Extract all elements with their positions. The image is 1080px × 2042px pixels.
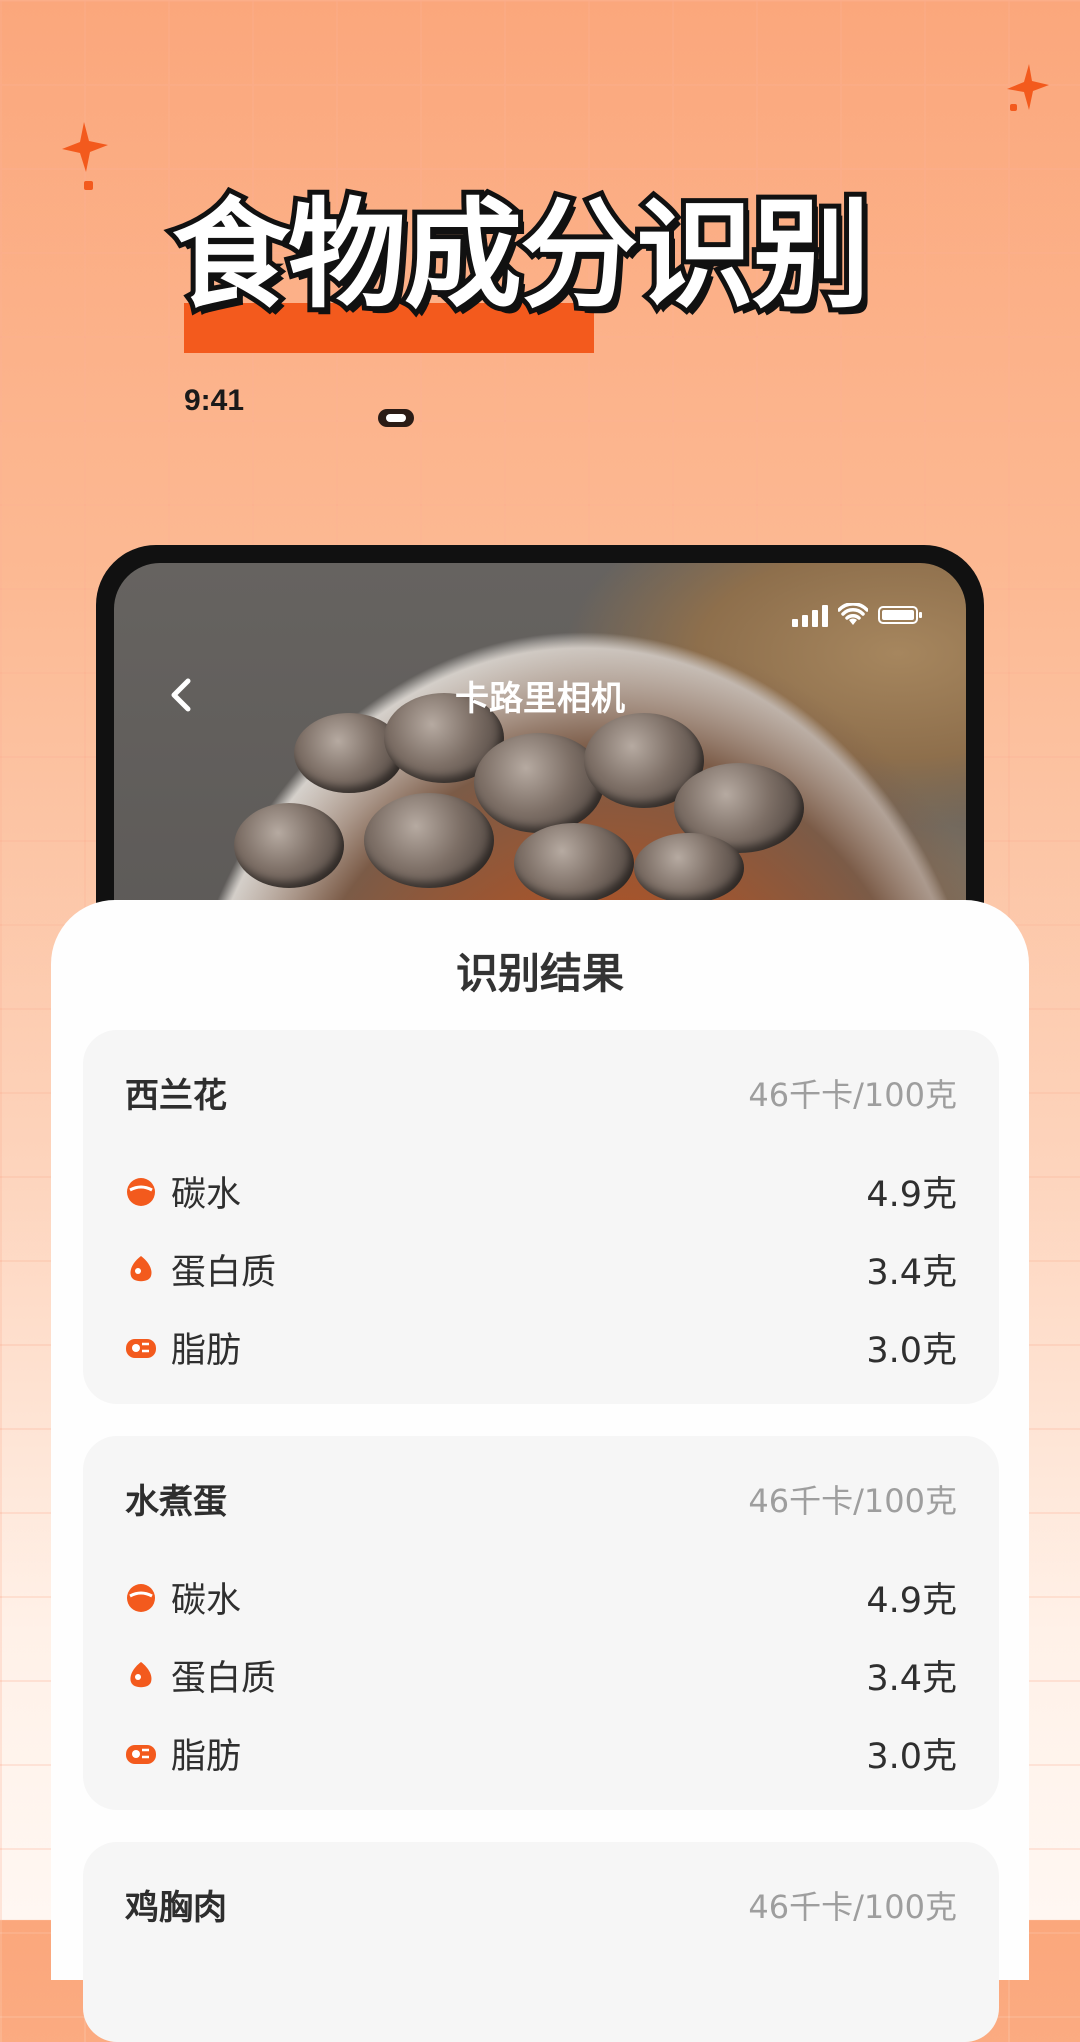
sparkle-dot: [84, 181, 93, 190]
nutrient-label: 蛋白质: [171, 1253, 277, 1293]
carb-icon: [127, 1583, 155, 1612]
food-photo-item: [514, 823, 634, 903]
food-calories: 46千卡/100克: [748, 1481, 957, 1520]
food-calories: 46千卡/100克: [748, 1075, 957, 1114]
nutrient-label: 碳水: [171, 1175, 242, 1215]
food-card[interactable]: 鸡胸肉 46千卡/100克: [83, 1842, 999, 2042]
nutrient-value: 4.9克: [866, 1175, 957, 1215]
sparkle-star-icon: [62, 122, 108, 172]
protein-icon: [130, 1661, 152, 1687]
signal-icon: [792, 603, 828, 627]
status-time: 9:41: [184, 384, 245, 417]
nutrient-row-carb: 碳水 4.9克: [125, 1166, 957, 1217]
nutrient-value: 3.4克: [866, 1659, 957, 1699]
result-title: 识别结果: [455, 949, 624, 998]
phone-status-bar: [792, 603, 922, 627]
nutrient-row-carb: 碳水 4.9克: [125, 1572, 957, 1623]
food-name: 水煮蛋: [125, 1482, 227, 1522]
battery-icon: [878, 606, 922, 624]
nutrient-row-protein: 蛋白质 3.4克: [125, 1244, 957, 1295]
nutrient-row-protein: 蛋白质 3.4克: [125, 1650, 957, 1701]
food-photo-item: [364, 793, 494, 888]
nutrient-row-fat: 脂肪 3.0克: [125, 1728, 957, 1779]
food-photo-item: [234, 803, 344, 888]
nutrient-value: 3.4克: [866, 1253, 957, 1293]
food-card[interactable]: 西兰花 46千卡/100克 碳水 4.9克 蛋白质 3.4克 脂肪 3.0克: [83, 1030, 999, 1404]
camera-title: 卡路里相机: [455, 679, 625, 719]
food-photo-item: [474, 733, 604, 833]
food-name: 西兰花: [125, 1076, 227, 1116]
result-sheet: 识别结果 西兰花 46千卡/100克 碳水 4.9克 蛋白质 3.4克 脂肪 3…: [51, 900, 1029, 2042]
fat-icon: [126, 1744, 156, 1764]
food-card[interactable]: 水煮蛋 46千卡/100克 碳水 4.9克 蛋白质 3.4克 脂肪 3.0克: [83, 1436, 999, 1810]
wifi-icon: [838, 603, 868, 625]
food-card-header: 西兰花 46千卡/100克: [125, 1068, 957, 1117]
fat-icon: [126, 1338, 156, 1358]
nutrient-label: 蛋白质: [171, 1659, 277, 1699]
protein-icon: [130, 1255, 152, 1281]
nutrient-label: 碳水: [171, 1581, 242, 1621]
carb-icon: [127, 1177, 155, 1206]
promo-headline: 食物成分识别: [150, 175, 930, 365]
nutrient-value: 4.9克: [866, 1581, 957, 1621]
nutrient-value: 3.0克: [866, 1737, 957, 1777]
food-card-header: 鸡胸肉 46千卡/100克: [125, 1880, 957, 1929]
headline-text: 食物成分识别: [167, 181, 875, 329]
food-photo-item: [634, 833, 744, 903]
dynamic-island: [378, 409, 414, 427]
sparkle-dot: [1010, 104, 1017, 111]
food-card-header: 水煮蛋 46千卡/100克: [125, 1474, 957, 1523]
food-calories: 46千卡/100克: [748, 1887, 957, 1926]
nutrient-row-fat: 脂肪 3.0克: [125, 1322, 957, 1373]
food-name: 鸡胸肉: [125, 1888, 227, 1928]
nutrient-label: 脂肪: [171, 1737, 242, 1777]
nutrient-value: 3.0克: [866, 1331, 957, 1371]
nutrient-label: 脂肪: [171, 1331, 242, 1371]
